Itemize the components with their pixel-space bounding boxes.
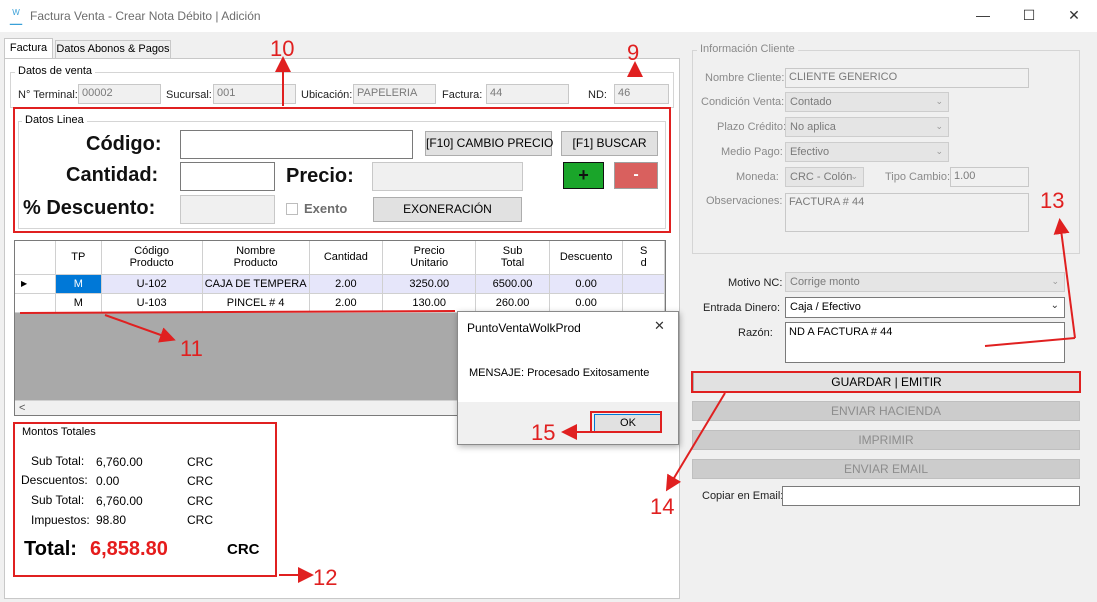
arrow-14 bbox=[665, 392, 726, 492]
line-13 bbox=[984, 337, 1076, 347]
arrow-11 bbox=[104, 314, 176, 343]
annotation-arrows bbox=[19, 56, 1076, 583]
arrow-13 bbox=[1053, 218, 1076, 339]
underline-11 bbox=[19, 310, 456, 314]
